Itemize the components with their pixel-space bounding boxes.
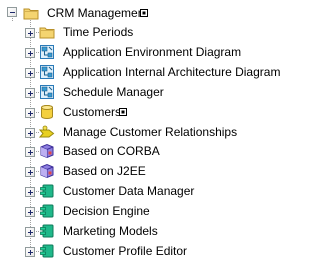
diagram-icon (40, 45, 54, 59)
tree-item-label[interactable]: Marketing Models (63, 224, 158, 238)
hyperlink-marker-icon (140, 9, 148, 17)
expand-toggle[interactable] (25, 187, 35, 197)
expand-toggle[interactable] (25, 128, 35, 138)
package-icon (40, 163, 54, 179)
expand-toggle[interactable] (25, 247, 35, 257)
package-icon (40, 143, 54, 159)
tree-item-label[interactable]: Schedule Manager (63, 85, 164, 99)
expand-toggle[interactable] (25, 227, 35, 237)
root-node-label[interactable]: CRM Management (47, 6, 148, 20)
tree-item-label[interactable]: Manage Customer Relationships (63, 125, 237, 139)
expand-toggle[interactable] (25, 28, 35, 38)
hyperlink-marker-icon (119, 108, 127, 116)
tree-item-label[interactable]: Decision Engine (63, 204, 150, 218)
tree-item-label[interactable]: Based on J2EE (63, 164, 146, 178)
expand-toggle[interactable] (25, 88, 35, 98)
expand-toggle[interactable] (25, 147, 35, 157)
diagram-icon (40, 85, 54, 99)
model-tree: CRM Management Time Periods Application E… (0, 0, 280, 265)
root-collapse-toggle[interactable] (7, 7, 17, 17)
process-icon (39, 125, 55, 138)
expand-toggle[interactable] (25, 48, 35, 58)
component-icon (40, 184, 54, 198)
tree-item-label[interactable]: Customers (63, 105, 121, 119)
database-icon (41, 105, 53, 119)
package-folder-icon (23, 8, 39, 20)
expand-toggle[interactable] (25, 167, 35, 177)
tree-item-label[interactable]: Application Environment Diagram (63, 45, 241, 59)
component-icon (40, 204, 54, 218)
expand-toggle[interactable] (25, 207, 35, 217)
diagram-icon (40, 65, 54, 79)
tree-item-label[interactable]: Customer Profile Editor (63, 244, 187, 258)
tree-item-label[interactable]: Based on CORBA (63, 144, 160, 158)
tree-item-label[interactable]: Customer Data Manager (63, 184, 194, 198)
component-icon (40, 224, 54, 238)
tree-item-label[interactable]: Application Internal Architecture Diagra… (63, 65, 280, 79)
tree-item-label[interactable]: Time Periods (63, 25, 133, 39)
expand-toggle[interactable] (25, 108, 35, 118)
folder-icon (39, 27, 55, 39)
component-icon (40, 244, 54, 258)
expand-toggle[interactable] (25, 68, 35, 78)
